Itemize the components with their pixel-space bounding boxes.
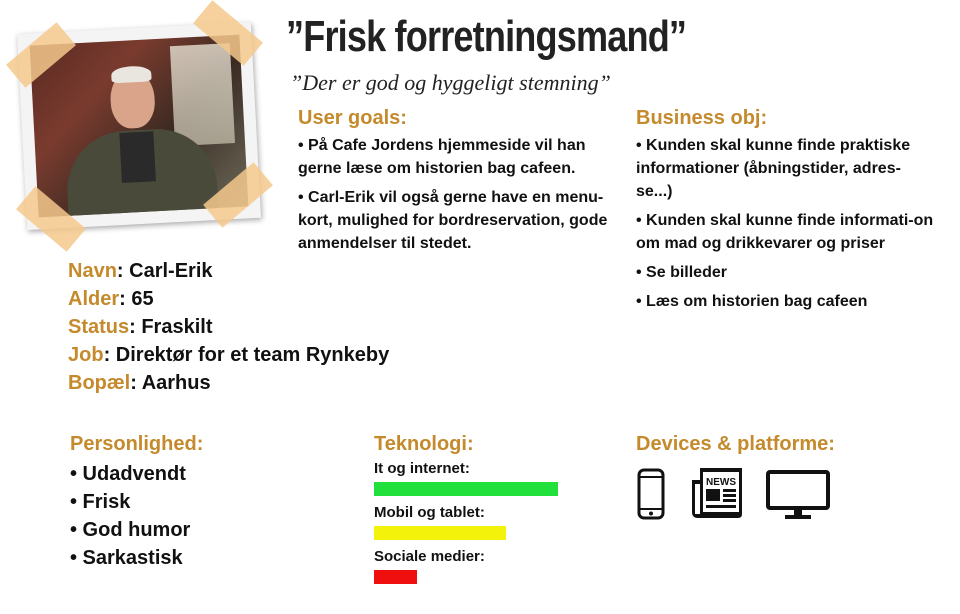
fact-residence: Bopæl: Aarhus [68,372,211,394]
news-label: NEWS [706,477,736,488]
page-title: ”Frisk forretningsmand” [286,12,687,61]
list-item: • Frisk [70,491,131,513]
tech-bar-internet [374,482,558,496]
business-obj-list: • Kunden skal kunne finde praktiske info… [636,134,936,319]
tech-label-mobile: Mobil og tablet: [374,504,485,521]
technology-heading: Teknologi: [374,433,474,455]
tech-label-internet: It og internet: [374,460,470,477]
list-item: • Kunden skal kunne finde praktiske info… [636,137,911,200]
business-obj-heading: Business obj: [636,107,768,129]
tech-bar-social [374,570,417,584]
list-item: • Se billeder [636,264,727,281]
list-item: • Sarkastisk [70,547,183,569]
persona-quote: ”Der er god og hyggeligt stemning” [290,70,611,95]
fact-name: Navn: Carl-Erik [68,260,213,282]
tech-bar-mobile [374,526,506,540]
devices-heading: Devices & platforme: [636,433,835,455]
user-goals-list: • På Cafe Jordens hjemmeside vil han ger… [298,134,616,261]
user-goals-heading: User goals: [298,107,407,129]
list-item: • På Cafe Jordens hjemmeside vil han ger… [298,137,586,177]
personality-list: • Udadvendt • Frisk • God humor • Sarkas… [70,460,190,572]
list-item: • Læs om historien bag cafeen [636,293,868,310]
fact-job: Job: Direktør for et team Rynkeby [68,344,390,366]
newspaper-icon: NEWS [692,468,742,518]
smartphone-icon [637,468,665,520]
list-item: • Udadvendt [70,463,186,485]
personality-heading: Personlighed: [70,433,204,455]
monitor-icon [766,470,830,519]
list-item: • Kunden skal kunne finde informati-on o… [636,212,934,252]
photo-image [29,34,249,218]
technology-list: It og internet: Mobil og tablet: Sociale… [374,460,604,584]
list-item: • Carl-Erik vil også gerne have en menu-… [298,189,608,252]
fact-status: Status: Fraskilt [68,316,213,338]
persona-facts: Navn: Carl-Erik Alder: 65 Status: Fraski… [68,257,389,397]
tech-label-social: Sociale medier: [374,548,485,565]
list-item: • God humor [70,519,191,541]
fact-age: Alder: 65 [68,288,154,310]
